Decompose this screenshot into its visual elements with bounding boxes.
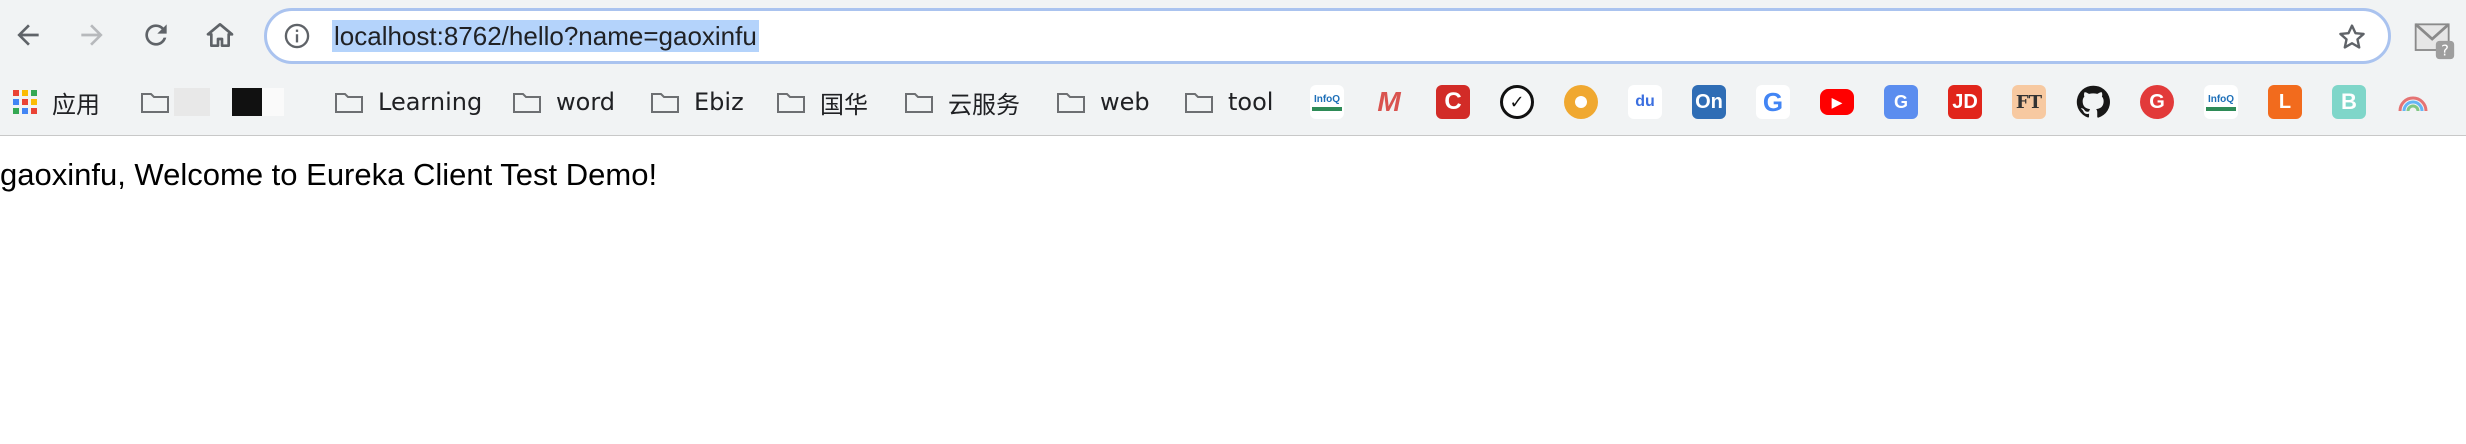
- arrow-right-icon: [81, 24, 103, 46]
- folder-icon: [513, 93, 541, 113]
- bookmark-check[interactable]: ✓: [1500, 84, 1534, 120]
- ft-logo-icon: FT: [2012, 85, 2046, 119]
- bookmark-folder-cloud[interactable]: 云服务: [904, 84, 1020, 120]
- m-logo-icon: M: [1377, 86, 1401, 117]
- redacted-block: [262, 88, 284, 116]
- reload-icon: [145, 24, 167, 46]
- bookmark-ft[interactable]: FT: [2012, 84, 2046, 120]
- forward-button[interactable]: [72, 13, 112, 57]
- folder-label: web: [1100, 88, 1150, 116]
- info-icon[interactable]: [283, 22, 311, 50]
- home-icon: [206, 23, 234, 47]
- check-circle-icon: ✓: [1500, 85, 1534, 119]
- reload-button[interactable]: [136, 13, 176, 57]
- folder-icon: [1185, 93, 1213, 113]
- home-button[interactable]: [200, 13, 240, 57]
- baidu-paw-icon: du: [1628, 85, 1662, 119]
- infoq-icon: InfoQ: [2204, 85, 2238, 119]
- address-bar[interactable]: localhost:8762/hello?name=gaoxinfu: [264, 8, 2391, 64]
- browser-toolbar: localhost:8762/hello?name=gaoxinfu ?: [0, 0, 2466, 70]
- bookmark-folder-learning[interactable]: Learning: [334, 84, 482, 120]
- star-icon[interactable]: [2336, 21, 2368, 53]
- redacted-block: [232, 88, 262, 116]
- folder-label: Learning: [378, 88, 483, 116]
- github-icon: [2076, 85, 2110, 118]
- gmail-checker-icon[interactable]: ?: [2412, 17, 2456, 61]
- bookmark-youtube[interactable]: ▶: [1820, 84, 1854, 120]
- bookmark-google[interactable]: G: [1756, 84, 1790, 120]
- bookmark-google-translate[interactable]: G: [1884, 84, 1918, 120]
- apps-grid-icon: [13, 90, 37, 114]
- bookmark-orange[interactable]: [1564, 84, 1598, 120]
- b-logo-icon: B: [2332, 85, 2366, 119]
- apps-label: 应用: [52, 90, 100, 119]
- google-icon: G: [1756, 85, 1790, 119]
- folder-label: 云服务: [948, 90, 1020, 119]
- apps-shortcut[interactable]: 应用: [12, 84, 100, 120]
- bookmark-folder-web[interactable]: web: [1056, 84, 1150, 120]
- bookmark-github[interactable]: [2076, 84, 2110, 120]
- folder-icon: [651, 93, 679, 113]
- bookmark-baidu[interactable]: du: [1628, 84, 1662, 120]
- infoq-icon: InfoQ: [1310, 85, 1344, 119]
- folder-label: Ebiz: [694, 88, 744, 116]
- redacted-block: [174, 88, 210, 116]
- bookmarks-bar: 应用 Learning word Ebiz 国华 云服务 web tool In…: [0, 70, 2466, 136]
- bookmark-infoq-2[interactable]: InfoQ: [2204, 84, 2238, 120]
- l-logo-icon: L: [2268, 85, 2302, 119]
- orange-circle-icon: [1564, 85, 1598, 119]
- bookmark-b[interactable]: B: [2332, 84, 2366, 120]
- bookmark-folder-guohua[interactable]: 国华: [776, 84, 868, 120]
- bookmark-rainbow[interactable]: [2396, 84, 2430, 120]
- folder-icon: [1057, 93, 1085, 113]
- bookmark-c[interactable]: C: [1436, 84, 1470, 120]
- bookmark-l[interactable]: L: [2268, 84, 2302, 120]
- youtube-icon: ▶: [1820, 89, 1854, 115]
- g-red-logo-icon: G: [2140, 85, 2174, 119]
- page-body-text: gaoxinfu, Welcome to Eureka Client Test …: [0, 157, 658, 192]
- jd-logo-icon: JD: [1948, 85, 1982, 119]
- c-logo-icon: C: [1436, 85, 1470, 119]
- folder-label: word: [556, 88, 615, 116]
- bookmark-m[interactable]: M: [1372, 84, 1406, 120]
- bookmark-on[interactable]: On: [1692, 84, 1726, 120]
- google-translate-icon: G: [1884, 85, 1918, 119]
- svg-text:?: ?: [2441, 43, 2449, 60]
- on-logo-icon: On: [1692, 85, 1726, 119]
- bookmark-folder-redacted[interactable]: [140, 84, 284, 120]
- folder-icon: [335, 93, 363, 113]
- folder-icon: [777, 93, 805, 113]
- folder-label: tool: [1228, 88, 1274, 116]
- bookmark-jd[interactable]: JD: [1948, 84, 1982, 120]
- folder-icon: [905, 93, 933, 113]
- back-button[interactable]: [8, 13, 48, 57]
- bookmark-folder-tool[interactable]: tool: [1184, 84, 1273, 120]
- folder-icon: [141, 93, 169, 113]
- rainbow-icon: [2398, 96, 2428, 112]
- bookmark-folder-ebiz[interactable]: Ebiz: [650, 84, 744, 120]
- folder-label: 国华: [820, 90, 868, 119]
- bookmark-infoq[interactable]: InfoQ: [1310, 84, 1344, 120]
- bookmark-g-red[interactable]: G: [2140, 84, 2174, 120]
- arrow-left-icon: [17, 24, 39, 46]
- url-text[interactable]: localhost:8762/hello?name=gaoxinfu: [332, 20, 759, 52]
- bookmark-folder-word[interactable]: word: [512, 84, 615, 120]
